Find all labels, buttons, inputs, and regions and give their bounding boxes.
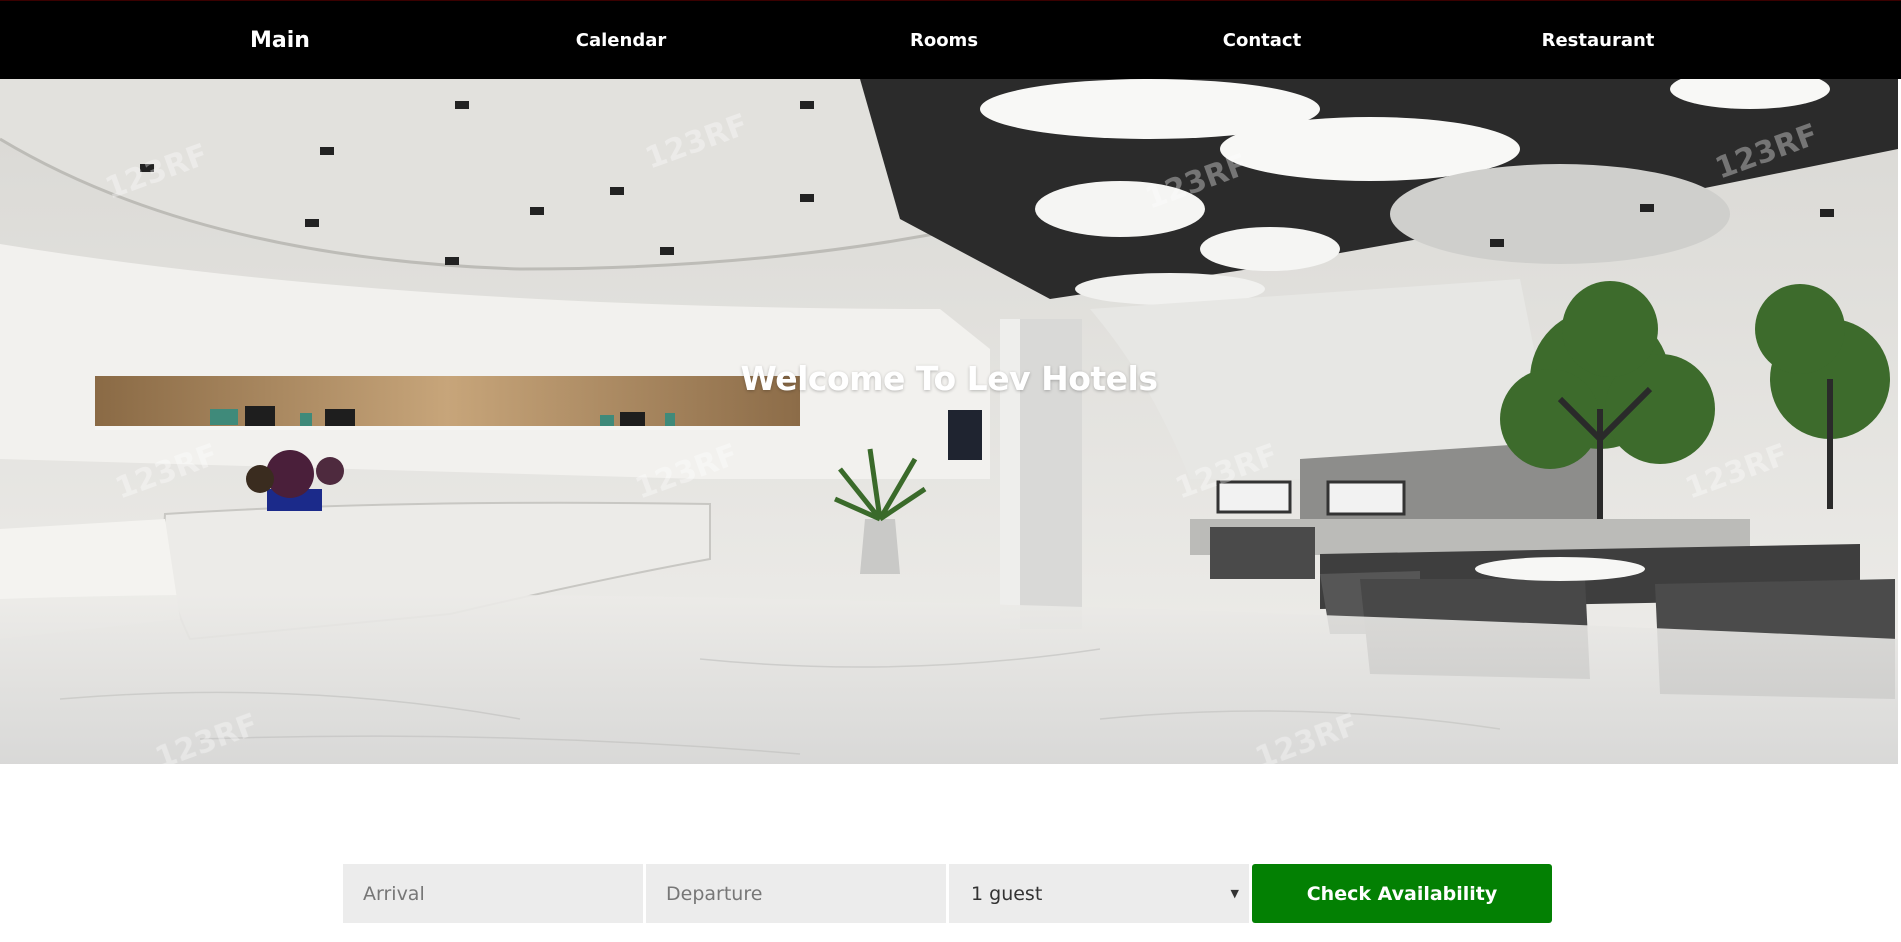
guests-select[interactable]: 1 guest ▼ xyxy=(949,864,1249,923)
arrival-field[interactable]: Arrival xyxy=(343,864,643,923)
nav-item-contact[interactable]: Contact xyxy=(1223,1,1301,80)
check-availability-button[interactable]: Check Availability xyxy=(1252,864,1552,923)
hero-banner: 123RF 123RF 123RF 123RF 123RF 123RF 123R… xyxy=(0,79,1898,764)
top-navigation: Main Calendar Rooms Contact Restaurant xyxy=(0,0,1901,79)
hotel-lobby-image: 123RF 123RF 123RF 123RF 123RF 123RF 123R… xyxy=(0,79,1898,764)
nav-item-restaurant[interactable]: Restaurant xyxy=(1542,1,1655,80)
nav-item-main[interactable]: Main xyxy=(250,1,310,80)
guests-select-value: 1 guest xyxy=(971,882,1043,905)
hero-title: Welcome To Lev Hotels xyxy=(740,359,1158,398)
nav-item-calendar[interactable]: Calendar xyxy=(576,1,666,80)
booking-bar: Arrival Departure 1 guest ▼ Check Availa… xyxy=(343,864,1552,923)
departure-field[interactable]: Departure xyxy=(646,864,946,923)
chevron-down-icon: ▼ xyxy=(1230,887,1239,900)
nav-item-rooms[interactable]: Rooms xyxy=(910,1,978,80)
